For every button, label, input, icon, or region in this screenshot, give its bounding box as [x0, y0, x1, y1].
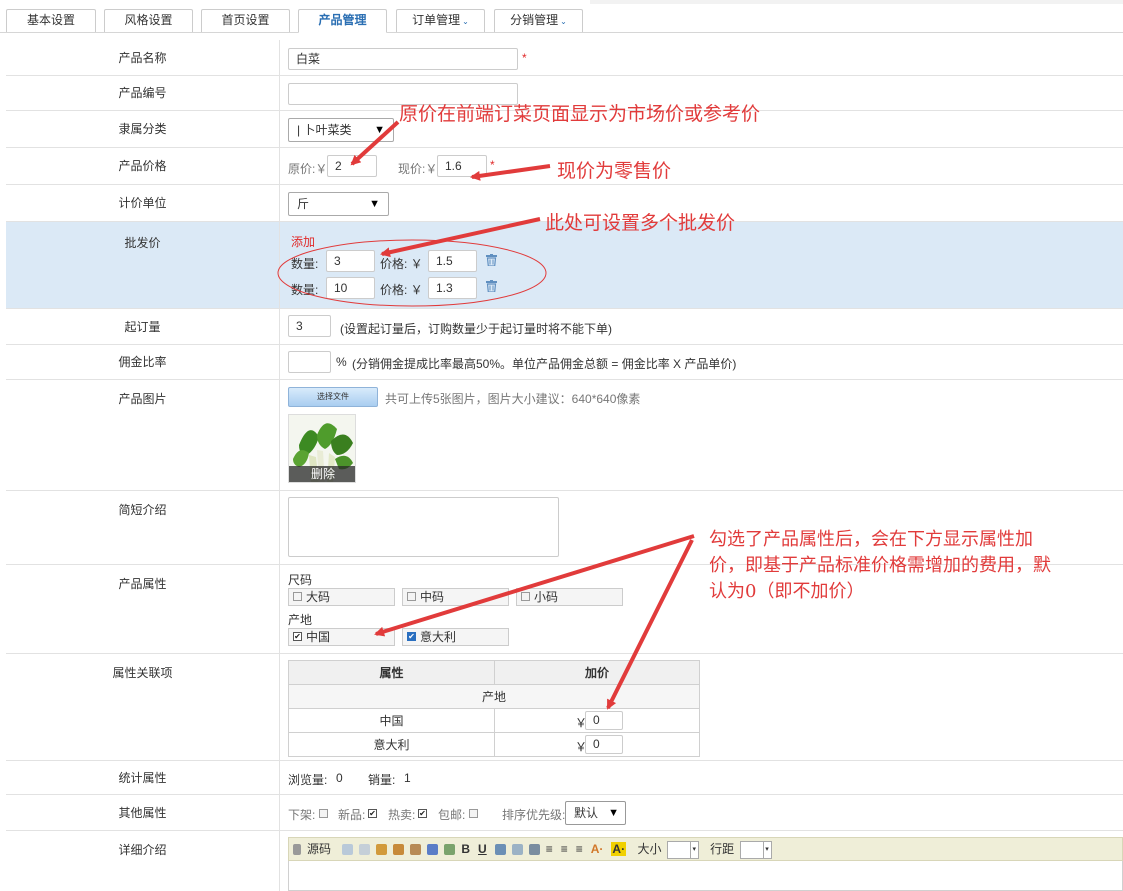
arrow-wholesale	[380, 217, 541, 258]
arrow-attr-price	[606, 539, 694, 710]
annotation-overlay	[277, 120, 695, 710]
annotation-wholesale: 此处可设置多个批发价	[545, 212, 736, 234]
arrow-attributes	[374, 534, 695, 637]
annotation-attributes-line2: 价，即基于产品标准价格需增加的费用，默	[709, 555, 1051, 576]
arrow-original-price	[350, 120, 400, 166]
annotation-original-price: 原价在前端订菜页面显示为市场价或参考价	[399, 103, 761, 125]
arrow-current-price	[470, 164, 551, 181]
annotation-current-price: 现价为零售价	[557, 160, 672, 182]
annotation-attributes-line3: 认为0（即不加价）	[709, 581, 865, 602]
annotation-attributes-line1: 勾选了产品属性后，会在下方显示属性加	[709, 529, 1033, 550]
wholesale-highlight-ellipse	[277, 239, 547, 307]
